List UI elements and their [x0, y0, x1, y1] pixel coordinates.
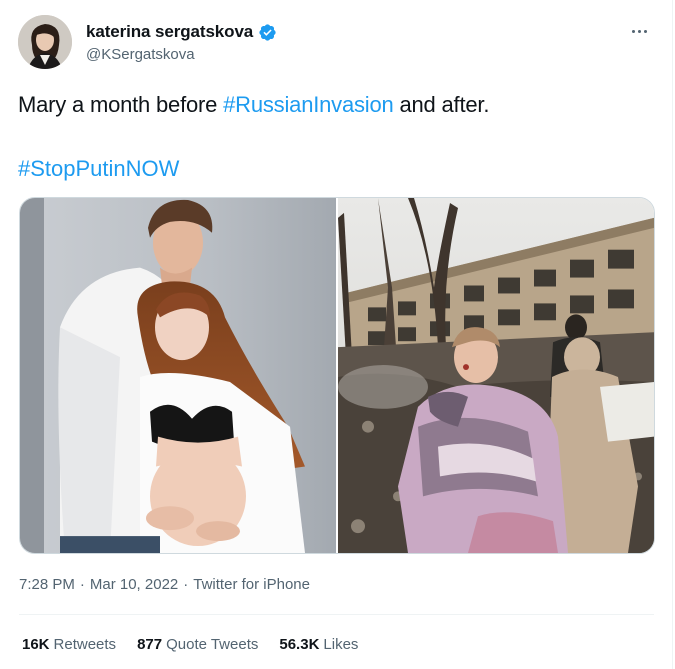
retweets-count: 16K [22, 636, 50, 653]
meta-separator: · [79, 576, 85, 593]
tweet-text-after: and after. [393, 92, 490, 117]
likes-stat[interactable]: 56.3K Likes [279, 636, 358, 653]
hashtag-stop-putin-now[interactable]: #StopPutinNOW [18, 156, 179, 181]
display-name[interactable]: katerina sergatskova [86, 22, 253, 42]
verified-badge-icon [259, 23, 276, 41]
pregnant-couple-photo [20, 198, 336, 553]
media-grid [19, 197, 655, 554]
more-options-icon[interactable] [628, 22, 650, 40]
dot [631, 29, 635, 33]
quote-tweets-label: Quote Tweets [166, 636, 259, 653]
tweet-text: Mary a month before #RussianInvasion and… [18, 91, 489, 119]
retweets-label: Retweets [53, 636, 117, 653]
dot [637, 29, 641, 33]
hashtag-russian-invasion[interactable]: #RussianInvasion [223, 92, 394, 117]
likes-count: 56.3K [279, 636, 320, 653]
meta-separator: · [183, 576, 189, 593]
likes-label: Likes [323, 636, 359, 653]
quote-tweets-stat[interactable]: 877 Quote Tweets [137, 636, 258, 653]
tweet-text-line-2: #StopPutinNOW [18, 155, 179, 183]
avatar-photo [18, 15, 72, 69]
tweet-card: katerina sergatskova @KSergatskova Mary … [0, 0, 673, 669]
retweets-stat[interactable]: 16K Retweets [22, 636, 116, 653]
author-name-row[interactable]: katerina sergatskova [86, 22, 277, 42]
avatar[interactable] [18, 15, 72, 69]
dot [643, 29, 647, 33]
media-image-left[interactable] [20, 198, 336, 553]
tweet-stats: 16K Retweets 877 Quote Tweets 56.3K Like… [22, 636, 358, 653]
divider [19, 614, 654, 615]
quote-tweets-count: 877 [137, 636, 163, 653]
tweet-time[interactable]: 7:28 PM [19, 576, 75, 593]
tweet-metadata: 7:28 PM · Mar 10, 2022 · Twitter for iPh… [19, 576, 310, 593]
tweet-date[interactable]: Mar 10, 2022 [90, 576, 178, 593]
media-image-right[interactable] [338, 198, 654, 553]
tweet-source[interactable]: Twitter for iPhone [193, 576, 310, 593]
author-handle[interactable]: @KSergatskova [86, 46, 195, 63]
bombed-hospital-photo [338, 198, 654, 553]
tweet-text-before: Mary a month before [18, 92, 224, 117]
